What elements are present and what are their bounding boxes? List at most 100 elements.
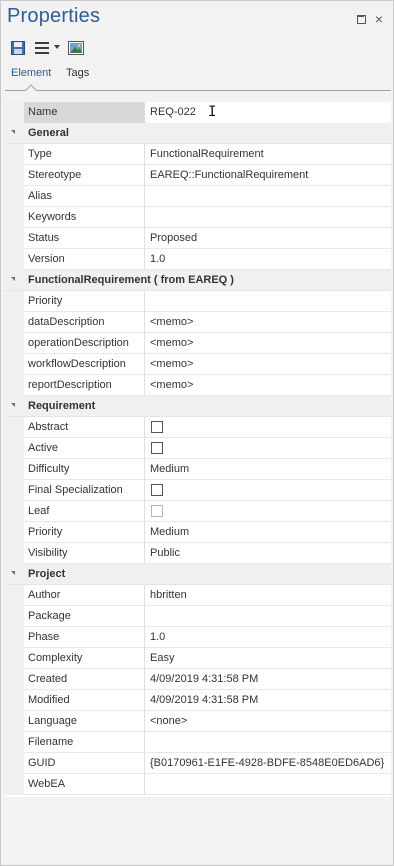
property-row[interactable]: Priority Medium [5, 522, 391, 543]
property-value[interactable]: 4/09/2019 4:31:58 PM [146, 690, 391, 711]
property-row[interactable]: GUID {B0170961-E1FE-4928-BDFE-8548E0ED6AD… [5, 753, 391, 774]
property-value[interactable]: 4/09/2019 4:31:58 PM [146, 669, 391, 690]
property-checkbox[interactable] [151, 484, 163, 496]
property-name: Active [24, 438, 145, 459]
property-value[interactable]: <none> [146, 711, 391, 732]
property-row[interactable]: Final Specialization [5, 480, 391, 501]
grid-empty-area [5, 797, 391, 863]
property-row[interactable]: Visibility Public [5, 543, 391, 564]
property-name: Name [24, 102, 145, 123]
properties-window: Properties × Element Tags Name REQ-022 I… [0, 0, 394, 866]
property-row[interactable]: dataDescription <memo> [5, 312, 391, 333]
property-row[interactable]: Package [5, 606, 391, 627]
property-value[interactable] [146, 291, 391, 312]
property-value[interactable]: 1.0 [146, 627, 391, 648]
property-name: Complexity [24, 648, 145, 669]
category-header[interactable]: Project [5, 564, 391, 585]
tab-bar: Element Tags [1, 61, 393, 96]
property-value[interactable]: <memo> [146, 333, 391, 354]
close-icon[interactable]: × [373, 12, 385, 26]
tab-indicator [25, 84, 37, 96]
property-row[interactable]: Complexity Easy [5, 648, 391, 669]
property-name: dataDescription [24, 312, 145, 333]
property-value[interactable] [146, 774, 391, 795]
property-row[interactable]: Keywords [5, 207, 391, 228]
property-name: Final Specialization [24, 480, 145, 501]
property-checkbox [151, 505, 163, 517]
property-row[interactable]: Language <none> [5, 711, 391, 732]
property-name: workflowDescription [24, 354, 145, 375]
property-value[interactable]: FunctionalRequirement [146, 144, 391, 165]
property-row[interactable]: reportDescription <memo> [5, 375, 391, 396]
property-value[interactable] [146, 186, 391, 207]
property-row[interactable]: Status Proposed [5, 228, 391, 249]
property-value[interactable]: Medium [146, 459, 391, 480]
property-value[interactable]: hbritten [146, 585, 391, 606]
property-row[interactable]: Author hbritten [5, 585, 391, 606]
category-header[interactable]: FunctionalRequirement ( from EAREQ ) [5, 270, 391, 291]
property-name: Filename [24, 732, 145, 753]
property-grid: Name REQ-022 I General Type FunctionalRequ… [5, 102, 391, 797]
category-title: FunctionalRequirement ( from EAREQ ) [28, 274, 234, 286]
property-value[interactable]: <memo> [146, 312, 391, 333]
chevron-down-icon[interactable] [54, 45, 60, 49]
property-value[interactable]: Proposed [146, 228, 391, 249]
property-value[interactable]: EAREQ::FunctionalRequirement [146, 165, 391, 186]
collapse-toggle-icon[interactable] [11, 403, 15, 407]
property-row[interactable]: Active [5, 438, 391, 459]
property-row[interactable]: operationDescription <memo> [5, 333, 391, 354]
title-bar: Properties × [1, 1, 393, 35]
toolbar [1, 36, 393, 60]
property-row[interactable]: Filename [5, 732, 391, 753]
property-name: WebEA [24, 774, 145, 795]
property-value[interactable] [146, 732, 391, 753]
property-row[interactable]: Modified 4/09/2019 4:31:58 PM [5, 690, 391, 711]
property-row[interactable]: Leaf [5, 501, 391, 522]
property-value[interactable]: Easy [146, 648, 391, 669]
property-value[interactable] [146, 606, 391, 627]
collapse-toggle-icon[interactable] [11, 130, 15, 134]
tab-element[interactable]: Element [11, 67, 51, 79]
property-name: Priority [24, 522, 145, 543]
property-name: Author [24, 585, 145, 606]
pin-icon[interactable] [355, 13, 367, 25]
property-row[interactable]: Phase 1.0 [5, 627, 391, 648]
collapse-toggle-icon[interactable] [11, 277, 15, 281]
property-name: Created [24, 669, 145, 690]
property-name: Type [24, 144, 145, 165]
property-name: Version [24, 249, 145, 270]
property-row[interactable]: workflowDescription <memo> [5, 354, 391, 375]
property-row[interactable]: Difficulty Medium [5, 459, 391, 480]
collapse-toggle-icon[interactable] [11, 571, 15, 575]
property-value[interactable]: 1.0 [146, 249, 391, 270]
property-row[interactable]: Version 1.0 [5, 249, 391, 270]
property-checkbox[interactable] [151, 421, 163, 433]
property-row[interactable]: Stereotype EAREQ::FunctionalRequirement [5, 165, 391, 186]
property-name: GUID [24, 753, 145, 774]
property-row[interactable]: Priority [5, 291, 391, 312]
property-value[interactable]: Medium [146, 522, 391, 543]
property-row[interactable]: Alias [5, 186, 391, 207]
category-header[interactable]: General [5, 123, 391, 144]
property-row[interactable]: Type FunctionalRequirement [5, 144, 391, 165]
property-row[interactable]: WebEA [5, 774, 391, 795]
save-icon[interactable] [11, 41, 25, 55]
property-row-name[interactable]: Name REQ-022 I [5, 102, 391, 123]
tab-tags[interactable]: Tags [66, 67, 89, 79]
property-name: Leaf [24, 501, 145, 522]
property-value[interactable]: {B0170961-E1FE-4928-BDFE-8548E0ED6AD6} [146, 753, 391, 774]
property-name: Alias [24, 186, 145, 207]
property-value-input[interactable]: REQ-022 [146, 102, 391, 123]
property-row[interactable]: Abstract [5, 417, 391, 438]
property-value[interactable] [146, 207, 391, 228]
property-row[interactable]: Created 4/09/2019 4:31:58 PM [5, 669, 391, 690]
image-icon[interactable] [68, 41, 84, 55]
category-title: Project [28, 568, 66, 580]
property-value[interactable]: <memo> [146, 375, 391, 396]
property-checkbox[interactable] [151, 442, 163, 454]
menu-icon[interactable] [35, 42, 49, 58]
category-header[interactable]: Requirement [5, 396, 391, 417]
property-value[interactable]: <memo> [146, 354, 391, 375]
property-value[interactable]: Public [146, 543, 391, 564]
property-name: Phase [24, 627, 145, 648]
